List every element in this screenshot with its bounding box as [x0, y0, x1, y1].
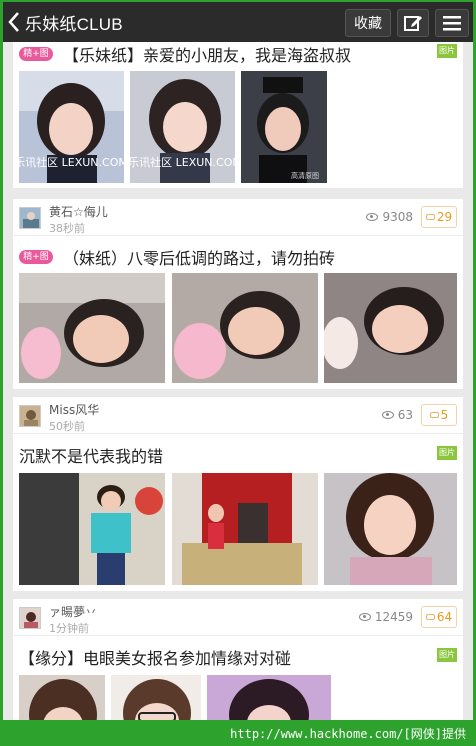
image-badge: 图片: [437, 44, 457, 58]
avatar[interactable]: [19, 607, 41, 629]
featured-tag: 精+图: [19, 47, 53, 61]
view-count: 63: [381, 408, 413, 422]
chevron-left-icon: [8, 12, 19, 32]
post-time: 1分钟前: [49, 622, 89, 635]
thread-photo[interactable]: [111, 675, 201, 720]
reply-count: 5: [421, 404, 457, 426]
thread-title-text: 沉默不是代表我的错: [19, 447, 164, 466]
divider: [13, 635, 463, 636]
thread-feed[interactable]: 精+图 【乐妹纸】亲爱的小朋友，我是海盗叔叔 图片 乐讯社区 LEXUN.COM…: [3, 42, 473, 720]
thread-card[interactable]: 精+图 【乐妹纸】亲爱的小朋友，我是海盗叔叔 图片 乐讯社区 LEXUN.COM…: [13, 42, 463, 188]
divider: [13, 433, 463, 434]
app-bar: 乐妹纸CLUB 收藏: [3, 2, 473, 42]
thread-photo[interactable]: [172, 473, 318, 585]
thread-title-text: （妹纸）八零后低调的路过，请勿拍砖: [63, 249, 336, 268]
thread-header: 黄石☆侮儿 38秒前 9308 29: [13, 199, 463, 235]
thread-photo[interactable]: [172, 273, 318, 383]
thread-title-text: 【缘分】电眼美女报名参加情缘对对碰: [19, 649, 292, 668]
reply-count: 64: [421, 606, 457, 628]
page-title: 乐妹纸CLUB: [25, 14, 123, 34]
username[interactable]: 黄石☆侮儿: [49, 203, 108, 220]
eye-icon: [366, 213, 379, 221]
thread-header: ァ暘夢丷 1分钟前 12459 64: [13, 599, 463, 635]
featured-tag: 精+图: [19, 250, 53, 264]
watermark-bar: http://www.hackhome.com/[网侠]提供: [0, 720, 476, 746]
username[interactable]: Miss风华: [49, 401, 99, 418]
thread-title[interactable]: 精+图 【乐妹纸】亲爱的小朋友，我是海盗叔叔: [19, 42, 351, 66]
eye-icon: [358, 613, 371, 621]
edit-icon: [404, 16, 422, 31]
image-badge: 图片: [437, 648, 457, 662]
photo-watermark: 乐讯社区 LEXUN.COM: [19, 155, 124, 169]
thread-photo[interactable]: [324, 473, 457, 585]
thread-title[interactable]: 精+图 （妹纸）八零后低调的路过，请勿拍砖: [19, 245, 335, 269]
reply-count-value: 64: [436, 610, 453, 624]
view-count-value: 12459: [374, 610, 413, 624]
thread-photo[interactable]: 乐讯社区 LEXUN.COM: [130, 71, 235, 183]
edit-button[interactable]: [397, 9, 429, 37]
thread-photo[interactable]: 乐讯社区 LEXUN.COM: [19, 71, 124, 183]
favorite-button[interactable]: 收藏: [345, 9, 391, 37]
thread-title[interactable]: 沉默不是代表我的错: [19, 443, 163, 467]
thread-photo[interactable]: [19, 473, 165, 585]
eye-icon: [381, 411, 394, 419]
post-time: 38秒前: [49, 222, 85, 235]
comment-icon: [429, 412, 439, 418]
thread-card[interactable]: ァ暘夢丷 1分钟前 12459 64 【缘分】电眼美女报名参加情缘对对碰 图片: [13, 599, 463, 720]
username[interactable]: ァ暘夢丷: [49, 603, 97, 620]
photo-caption: 高清原图: [291, 171, 319, 180]
view-count-value: 9308: [382, 210, 413, 224]
image-badge: 图片: [437, 446, 457, 460]
thread-photo[interactable]: [207, 675, 331, 720]
menu-button[interactable]: [435, 9, 469, 37]
view-count: 9308: [366, 210, 413, 224]
menu-icon: [443, 16, 461, 31]
photo-watermark: 乐讯社区 LEXUN.COM: [130, 155, 235, 169]
thread-header: Miss风华 50秒前 63 5: [13, 397, 463, 433]
divider: [13, 235, 463, 236]
avatar[interactable]: [19, 405, 41, 427]
thread-title[interactable]: 【缘分】电眼美女报名参加情缘对对碰: [19, 645, 291, 669]
post-time: 50秒前: [49, 420, 85, 433]
thread-photo[interactable]: [19, 273, 165, 383]
view-count-value: 63: [397, 408, 413, 422]
comment-icon: [425, 214, 435, 220]
comment-icon: [425, 614, 435, 620]
thread-card[interactable]: Miss风华 50秒前 63 5 沉默不是代表我的错 图片: [13, 397, 463, 591]
avatar[interactable]: [19, 207, 41, 229]
thread-title-text: 【乐妹纸】亲爱的小朋友，我是海盗叔叔: [63, 46, 352, 65]
reply-count: 29: [421, 206, 457, 228]
thread-photo[interactable]: 高清原图: [241, 71, 327, 183]
thread-photo[interactable]: [19, 675, 105, 720]
back-button[interactable]: [3, 2, 25, 42]
reply-count-value: 5: [440, 408, 449, 422]
thread-card[interactable]: 黄石☆侮儿 38秒前 9308 29 精+图 （妹纸）八零后低调的路过，请勿拍砖: [13, 199, 463, 389]
view-count: 12459: [358, 610, 413, 624]
reply-count-value: 29: [436, 210, 453, 224]
thread-photo[interactable]: [324, 273, 457, 383]
